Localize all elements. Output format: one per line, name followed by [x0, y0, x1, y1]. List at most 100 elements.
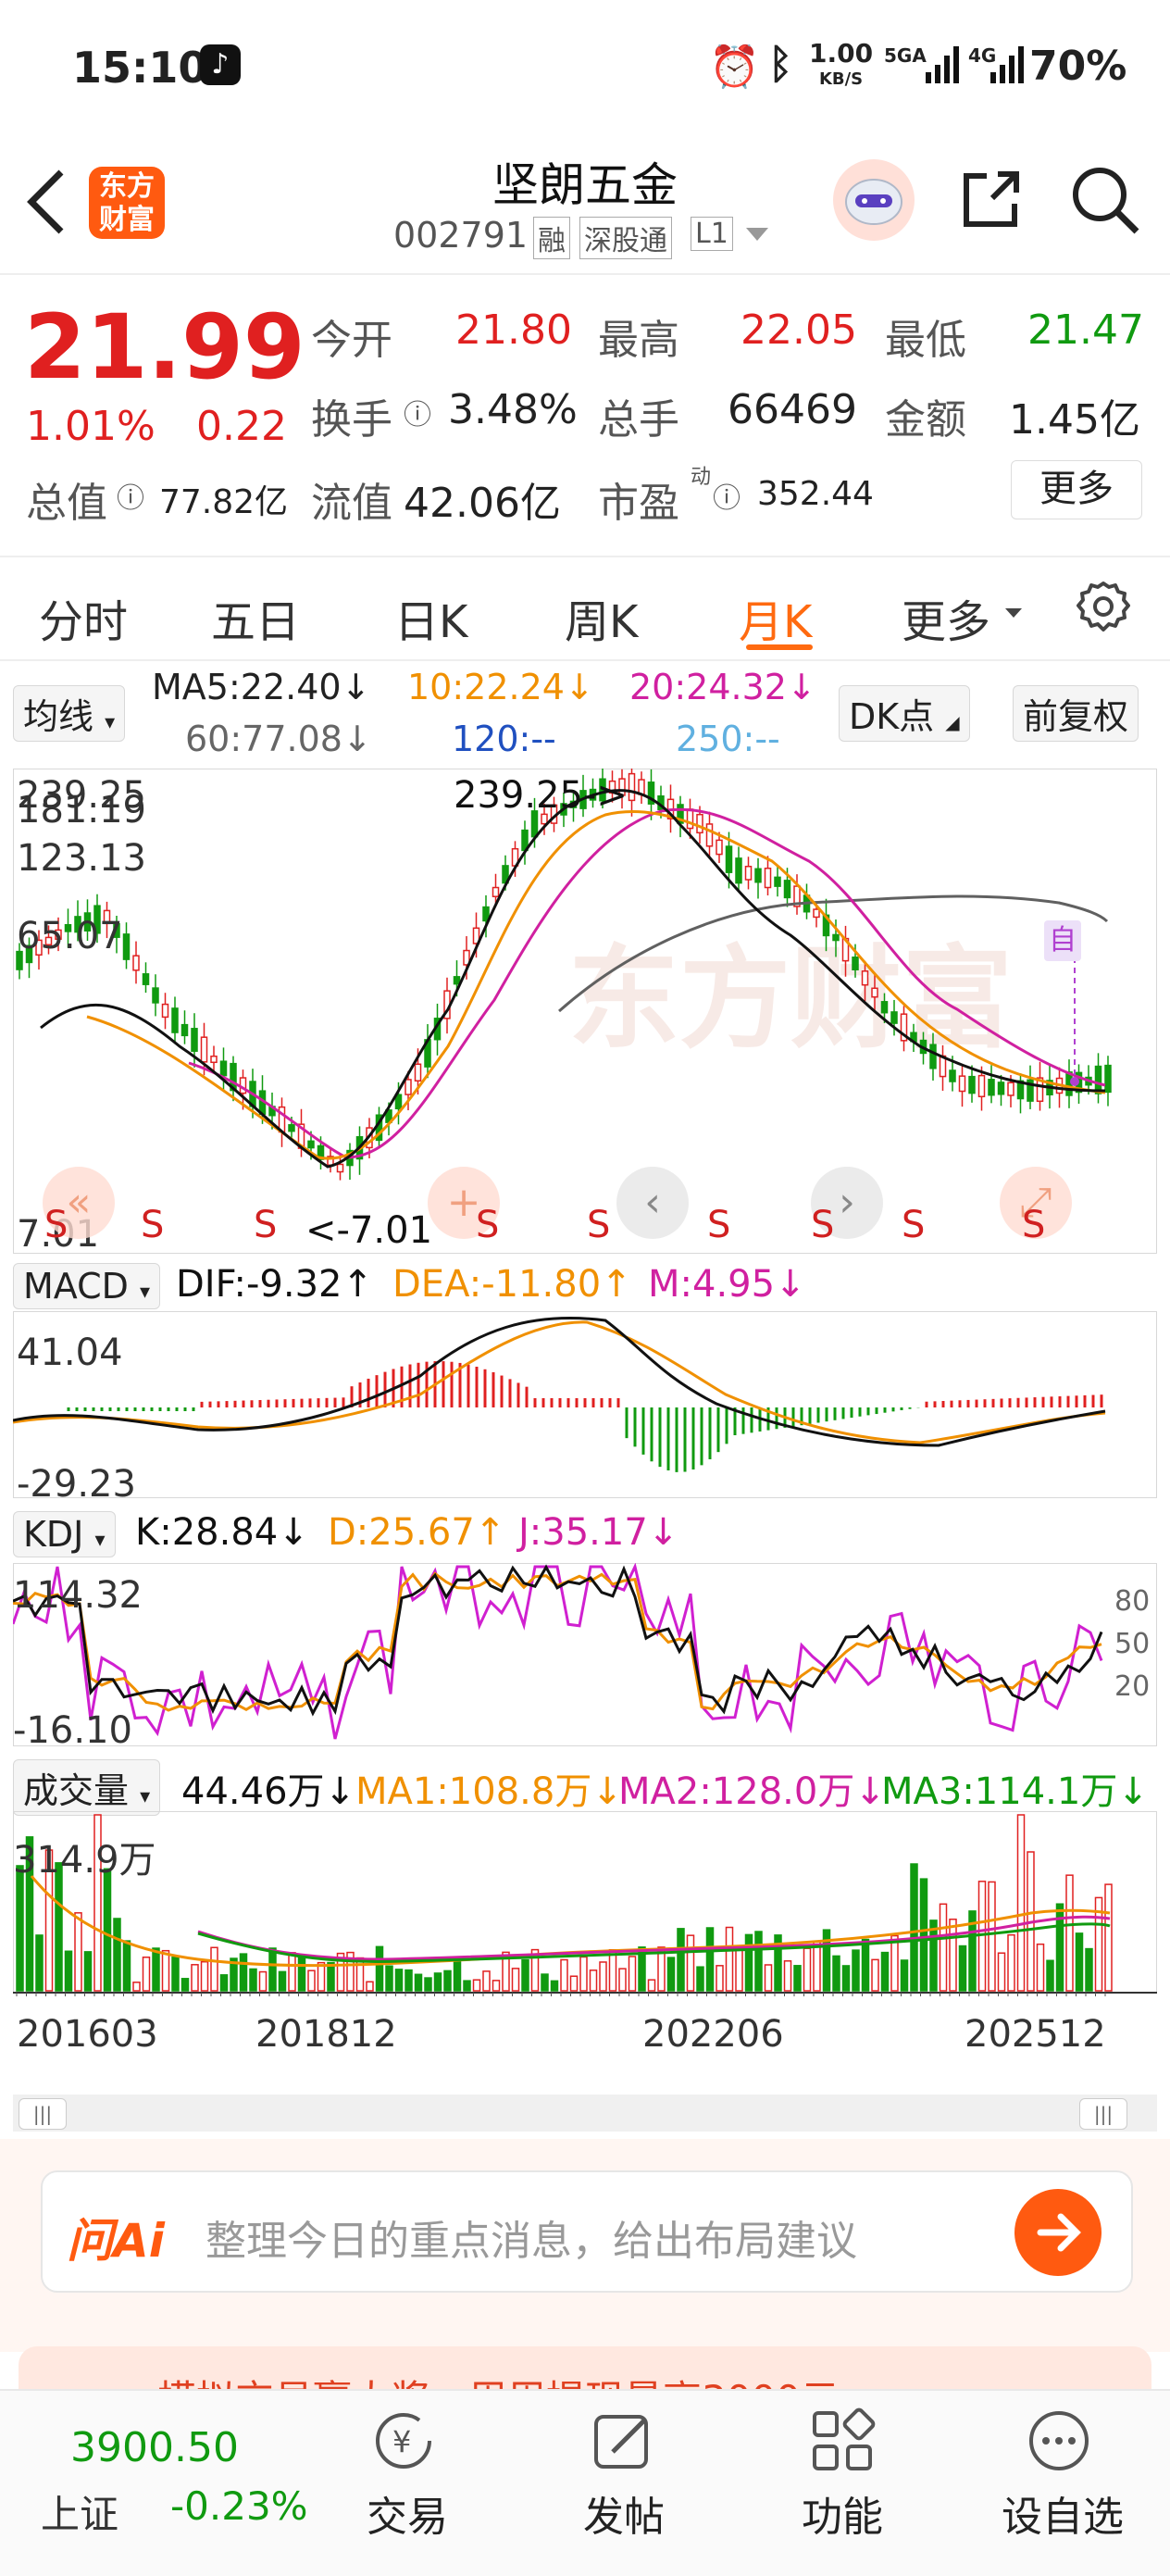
badge-margin: 融: [533, 217, 570, 259]
ai-input-bar[interactable]: 问Ai 整理今日的重点消息，给出布局建议: [41, 2170, 1133, 2293]
badge-level: L1: [691, 217, 733, 251]
range-handle-right[interactable]: |||: [1079, 2098, 1127, 2130]
amount-label: 金额: [885, 396, 966, 444]
kdj-chart-svg: [13, 1563, 1103, 1740]
ma-select[interactable]: 均线 ▾: [13, 685, 126, 742]
bottom-nav: 3900.50 上证 -0.23% ¥ 交易 发帖 功能 设自选: [0, 2389, 1170, 2576]
sell-flag: S: [44, 1204, 68, 1246]
forward-adjust-button[interactable]: 前复权: [1013, 685, 1139, 742]
kline-chart-svg[interactable]: 东方财富: [13, 769, 1157, 1254]
volume-bar: [852, 1949, 860, 1992]
trade-icon[interactable]: ¥: [367, 2407, 441, 2478]
candle-body: [735, 857, 742, 884]
candle-body: [783, 880, 791, 899]
volume-bar: [1075, 1932, 1084, 1992]
info-icon[interactable]: ⓘ: [117, 475, 144, 516]
volume-select[interactable]: 成交量 ▾: [13, 1759, 161, 1816]
more-dots-icon[interactable]: [1026, 2407, 1092, 2478]
tab-monthly-k[interactable]: 月K: [739, 585, 812, 650]
candle-body: [871, 987, 878, 998]
kdj-k: K:28.84↓: [135, 1511, 309, 1554]
more-button[interactable]: 更多: [1011, 460, 1142, 519]
x-label-1: 201603: [17, 2013, 158, 2056]
net-speed-unit: KB/S: [818, 69, 864, 89]
net-speed-value: 1.00: [809, 38, 874, 69]
candle-body: [405, 1079, 412, 1095]
low-price-marker: <-7.01: [305, 1209, 433, 1252]
signal-icon-2: [990, 46, 1027, 87]
tiktok-icon: ♪: [200, 44, 241, 85]
auto-badge[interactable]: 自: [1044, 920, 1081, 961]
functions-icon[interactable]: [809, 2407, 876, 2478]
tab-intraday[interactable]: 分时: [39, 585, 128, 650]
volume-bar: [249, 1968, 257, 1992]
macd-top-label: 41.04: [17, 1332, 123, 1374]
tab-weekly-k[interactable]: 周K: [565, 585, 638, 650]
volume-bar: [278, 1970, 287, 1992]
info-icon[interactable]: ⓘ: [713, 475, 741, 516]
candle-body: [307, 1140, 315, 1149]
volume-bar: [939, 1903, 948, 1992]
volume-bar: [375, 1945, 384, 1992]
kline-y-label-3: 123.13: [17, 837, 146, 880]
volume-bar: [579, 1956, 588, 1992]
ai-avatar-icon[interactable]: [833, 159, 915, 241]
amount-value: 1.45亿: [1009, 396, 1140, 444]
share-icon[interactable]: [959, 167, 1024, 235]
range-handle-left[interactable]: |||: [19, 2098, 67, 2130]
kdj-level-80: 80: [1114, 1585, 1151, 1618]
volume-top-label: 314.9万: [13, 1839, 156, 1882]
status-bar: 15:10 ♪ ⏰ ᛒ 1.00 KB/S 5GA 4G 70%: [0, 0, 1170, 139]
period-tabs: 分时 五日 日K 周K 月K 更多: [0, 556, 1170, 661]
candle-body: [200, 1036, 208, 1063]
nav-watchlist[interactable]: 设自选: [1002, 2483, 1124, 2543]
kdj-select[interactable]: KDJ ▾: [13, 1511, 116, 1557]
dk-point-label: DK点: [849, 696, 935, 737]
dk-point-button[interactable]: DK点 ◢: [839, 685, 970, 742]
volume-bar: [171, 1957, 180, 1992]
kdj-bottom-label: -16.10: [13, 1709, 132, 1752]
volume-bar: [327, 1961, 335, 1992]
badge-sz-connect: 深股通: [579, 217, 672, 259]
search-icon[interactable]: [1070, 165, 1140, 239]
volume-bar: [385, 1965, 393, 1992]
volume-bar: [433, 1972, 442, 1992]
turnover-value: 3.48%: [448, 386, 578, 433]
tab-more[interactable]: 更多: [902, 585, 990, 650]
ai-send-button[interactable]: [1014, 2189, 1102, 2276]
nav-post[interactable]: 发帖: [583, 2483, 665, 2543]
caret-down-icon: ▾: [140, 1785, 151, 1808]
nav-functions[interactable]: 功能: [802, 2483, 883, 2543]
gear-icon[interactable]: [1074, 578, 1133, 641]
candle-body: [744, 865, 753, 881]
tab-five-day[interactable]: 五日: [211, 585, 300, 650]
candle-body: [949, 1069, 956, 1082]
volume-bar: [443, 1970, 452, 1992]
x-label-2: 201812: [255, 2013, 397, 2056]
chevron-left-icon[interactable]: ‹: [616, 1167, 689, 1239]
candle-body: [161, 1003, 169, 1019]
kline-y-label-4: 65.07: [17, 915, 123, 957]
candle-body: [880, 1001, 889, 1014]
macd-select[interactable]: MACD ▾: [13, 1263, 161, 1309]
candle-body: [414, 1063, 422, 1082]
chevron-down-icon[interactable]: [746, 228, 768, 246]
candle-body: [929, 1044, 937, 1069]
corner-arrow-icon: ◢: [945, 711, 960, 733]
volume-bar: [161, 1949, 170, 1992]
volume-bar: [705, 1927, 715, 1992]
post-icon[interactable]: [591, 2407, 657, 2478]
range-slider-track[interactable]: [13, 2095, 1157, 2132]
info-icon[interactable]: ⓘ: [404, 392, 431, 432]
dea-line: [13, 1320, 1106, 1444]
nav-trade[interactable]: 交易: [367, 2483, 448, 2543]
volume-bar: [288, 1952, 296, 1992]
volume-bar: [83, 1951, 93, 1992]
volume-value: 66469: [728, 386, 857, 433]
caret-down-icon: ▾: [105, 711, 116, 734]
volume-bar: [103, 1868, 112, 1992]
quote-panel: 21.99 1.01% 0.22 今开 21.80 最高 22.05 最低 21…: [0, 275, 1170, 553]
kdj-j: J:35.17↓: [518, 1511, 679, 1554]
tab-daily-k[interactable]: 日K: [394, 585, 467, 650]
index-quote[interactable]: 3900.50 上证 -0.23%: [0, 2391, 315, 2576]
